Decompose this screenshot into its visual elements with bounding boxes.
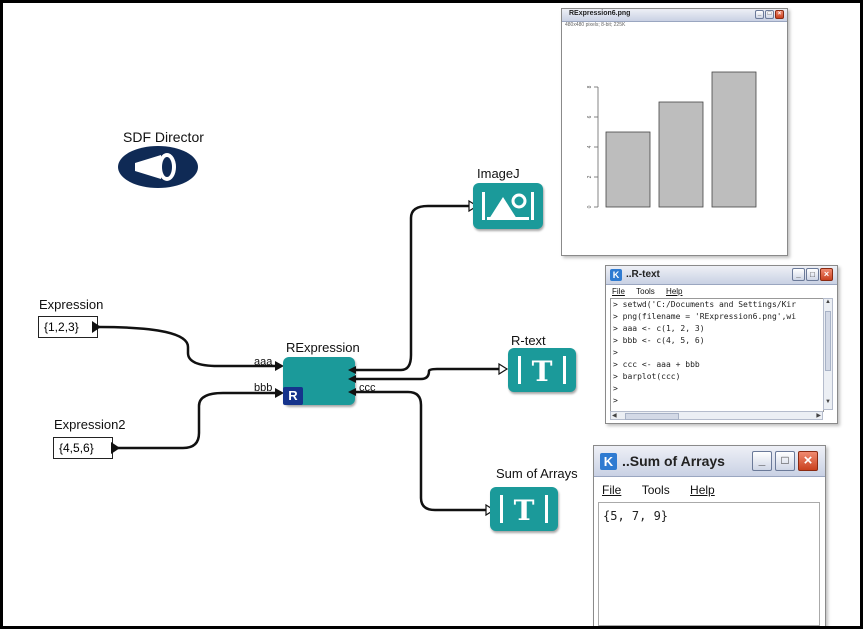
menu-help[interactable]: Help (666, 287, 682, 296)
scroll-down-icon[interactable]: ▼ (824, 399, 832, 409)
kepler-icon: K (610, 269, 622, 281)
menu-tools[interactable]: Tools (642, 483, 670, 497)
image-icon (482, 192, 534, 220)
link-expression2-bbb (116, 391, 277, 450)
expression-output-port (92, 321, 101, 333)
sum-window-title: ..Sum of Arrays (622, 453, 725, 469)
rtext-window-title: ..R-text (626, 269, 660, 280)
link-expression-aaa (97, 325, 277, 368)
scrollbar-thumb[interactable] (625, 413, 679, 420)
y-tick-label: 8 (587, 85, 593, 88)
vertical-scrollbar[interactable]: ▲ ▼ (823, 298, 833, 410)
rtext-titlebar[interactable]: K ..R-text _ □ × (606, 266, 837, 285)
rexpression-label: RExpression (286, 340, 360, 355)
link-ccc-imagej (354, 204, 471, 372)
chart-bar (605, 131, 651, 208)
scroll-right-icon[interactable]: ▶ (816, 412, 821, 419)
imagej-actor[interactable] (473, 183, 543, 229)
imagej-label: ImageJ (477, 166, 520, 181)
imagej-window-title: RExpression6.png (569, 10, 631, 17)
scroll-left-icon[interactable]: ◀ (612, 412, 617, 419)
chart-bar (658, 101, 704, 208)
console-line: > ccc <- aaa + bbb (613, 360, 700, 369)
imagej-window[interactable]: RExpression6.png _ □ × 480x480 pixels; 8… (561, 8, 788, 256)
menu-help[interactable]: Help (690, 483, 715, 497)
close-button[interactable]: × (775, 10, 784, 19)
rtext-label: R-text (511, 333, 546, 348)
console-line: > aaa <- c(1, 2, 3) (613, 324, 705, 333)
close-button[interactable]: × (798, 451, 818, 471)
rtext-window[interactable]: K ..R-text _ □ × File Tools Help > setwd… (605, 265, 838, 424)
console-line: > png(filename = 'RExpression6.png',wi (613, 312, 797, 321)
sum-label: Sum of Arrays (496, 466, 578, 481)
rexpression-output-ports (348, 366, 356, 396)
sum-menubar: File Tools Help (602, 483, 825, 497)
port-aaa-label: aaa (254, 356, 273, 368)
console-line: > barplot(ccc) (613, 372, 681, 381)
expression2-actor[interactable]: {4,5,6} (53, 437, 113, 459)
minimize-button[interactable]: _ (752, 451, 772, 471)
chart-bar (711, 71, 757, 208)
expression2-output-port (111, 442, 120, 454)
y-tick-label: 2 (587, 175, 593, 178)
menu-file[interactable]: File (602, 483, 621, 497)
scroll-up-icon[interactable]: ▲ (824, 299, 832, 309)
sum-window[interactable]: K ..Sum of Arrays _ □ × File Tools Help … (593, 445, 826, 626)
minimize-button[interactable]: _ (792, 268, 805, 281)
horizontal-scrollbar[interactable]: ◀ ▶ (610, 411, 823, 420)
console-line: > (613, 384, 618, 393)
minimize-button[interactable]: _ (755, 10, 764, 19)
link-ccc-sum (354, 390, 488, 512)
scrollbar-thumb[interactable] (825, 311, 831, 371)
sum-output-area[interactable]: {5, 7, 9} (598, 502, 820, 626)
r-badge: R (283, 387, 303, 405)
workflow-canvas: SDF Director Expression {1,2,3} Expressi… (3, 3, 860, 626)
maximize-button[interactable]: □ (806, 268, 819, 281)
expression2-label: Expression2 (54, 417, 126, 432)
sum-titlebar[interactable]: K ..Sum of Arrays _ □ × (594, 446, 825, 477)
port-bbb-label: bbb (254, 382, 273, 394)
sum-output-text: {5, 7, 9} (603, 509, 669, 523)
console-line: > setwd('C:/Documents and Settings/Kir (613, 300, 797, 309)
svg-text:T: T (514, 494, 535, 527)
close-button[interactable]: × (820, 268, 833, 281)
maximize-button[interactable]: □ (765, 10, 774, 19)
svg-text:T: T (532, 355, 553, 388)
console-line: > (613, 348, 618, 357)
expression-actor[interactable]: {1,2,3} (38, 316, 98, 338)
text-display-icon: T (500, 494, 548, 527)
bar-chart: 0 2 4 6 8 (587, 71, 757, 208)
text-display-icon: T (518, 355, 566, 388)
menu-tools[interactable]: Tools (636, 287, 655, 296)
y-tick-label: 0 (587, 205, 593, 208)
rtext-actor[interactable]: T (508, 348, 576, 392)
kepler-icon: K (600, 453, 617, 470)
rtext-menubar: File Tools Help (612, 287, 837, 296)
imagej-subtitle: 480x480 pixels; 8-bit; 225K (565, 22, 626, 28)
rtext-console[interactable]: > setwd('C:/Documents and Settings/Kir >… (610, 298, 824, 412)
y-tick-label: 6 (587, 115, 593, 118)
sdf-director-icon[interactable] (117, 145, 199, 189)
expression-label: Expression (39, 297, 104, 312)
menu-file[interactable]: File (612, 287, 625, 296)
console-line: > (613, 396, 618, 405)
console-line: > bbb <- c(4, 5, 6) (613, 336, 705, 345)
y-tick-label: 4 (587, 145, 593, 148)
imagej-titlebar[interactable]: RExpression6.png _ □ × (562, 9, 787, 22)
port-ccc-label: ccc (359, 382, 376, 394)
maximize-button[interactable]: □ (775, 451, 795, 471)
director-label: SDF Director (123, 129, 204, 145)
sum-of-arrays-actor[interactable]: T (490, 487, 558, 531)
